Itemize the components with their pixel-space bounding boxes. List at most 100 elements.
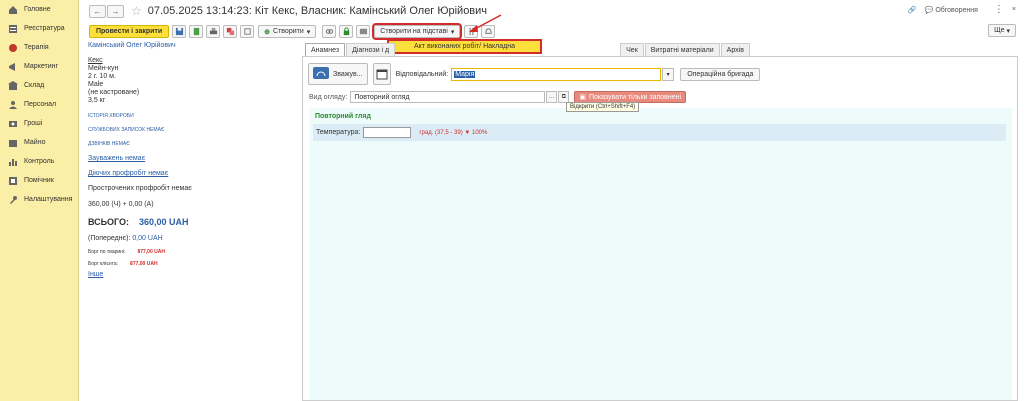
annotation-arrow-icon [469,14,502,32]
warehouse-icon [8,80,18,91]
responsible-field[interactable]: Марія [451,67,662,81]
create-based-on-button[interactable]: Створити на підставі ▾ [372,23,463,40]
id-card-icon[interactable] [356,25,371,38]
pet-neutered: (не кастроване) [88,89,140,96]
sidebar-item-property[interactable]: Майно [0,133,78,152]
tab-bar: Анамнез Діагнози і д Чек Витратні матері… [305,43,751,56]
chevron-down-icon[interactable]: ▾ [662,67,675,81]
exam-form: Повторний гляд Температура: град. (37,5 … [309,108,1012,400]
sidebar-item-label: Головне [24,6,51,13]
link-icon[interactable]: 🔗 [908,6,917,14]
operating-team-button[interactable]: Операційна бригада [680,67,761,81]
therapy-icon [8,43,18,53]
debt-owner-row: Борг по тварині: 877,00 UAH [88,249,298,255]
previous-value[interactable]: 0,00 UAH [132,235,162,242]
sidebar-item-control[interactable]: Контроль [0,152,78,171]
window-header: ← → ☆ 07.05.2025 13:14:23: Кіт Кекс, Вла… [80,0,1024,22]
sidebar-item-warehouse[interactable]: Склад [0,76,78,95]
close-icon[interactable]: × [1012,6,1016,13]
sidebar-item-label: Маркетинг [24,63,59,70]
property-icon [8,138,18,148]
remarks-link[interactable]: Зауважень немає [88,155,298,162]
history-link[interactable]: ІСТОРІЯ ХВОРОБИ [88,113,298,119]
sidebar-item-registry[interactable]: Реєстратура [0,19,78,38]
sidebar-item-label: Склад [24,82,45,89]
more-button[interactable]: Ще ▾ [988,24,1016,37]
responsible-label: Відповідальний: [395,70,449,78]
view-type-field[interactable]: Повторний огляд [350,91,546,103]
sidebar-item-label: Персонал [24,101,57,108]
owner-name[interactable]: Камінський Олег Юрійович [88,42,298,49]
temperature-input[interactable] [363,127,412,138]
sidebar-item-label: Терапія [24,44,49,51]
create-button[interactable]: ⊕ Створити ▾ [258,25,317,38]
discussions-button[interactable]: 💬 Обговорення [925,6,978,14]
weigh-label: Зважув... [333,70,363,78]
temperature-row: Температура: град. (37,5 - 39) ▼ 100% [313,124,1006,141]
sidebar-item-label: Налаштування [24,196,73,203]
print-icon[interactable] [206,25,221,38]
sidebar-item-helper[interactable]: Помічник [0,171,78,190]
chevron-down-icon: ▾ [306,28,311,36]
toolbar: Провести і закрити ⊕ Створити ▾ Створити… [80,23,1020,40]
debt-client-label: Борг клієнта: [88,261,119,267]
page-title: 07.05.2025 13:14:23: Кіт Кекс, Власник: … [147,5,488,17]
view-type-label: Вид огляду: [309,93,348,101]
debt-owner-label: Борг по тварині: [88,249,126,255]
sidebar-item-money[interactable]: Гроші [0,114,78,133]
sidebar-item-label: Гроші [24,120,43,127]
plus-icon: ⊕ [264,28,271,36]
sidebar-item-therapy[interactable]: Терапія [0,38,78,57]
sidebar-item-staff[interactable]: Персонал [0,95,78,114]
filter-icon: ▣ [579,94,586,101]
back-button[interactable]: ← [89,4,106,18]
sidebar-item-settings[interactable]: Налаштування [0,190,78,209]
lock-icon[interactable] [339,25,354,38]
weigh-button[interactable]: Зважув... [308,63,368,85]
other-link[interactable]: Інше [88,271,298,278]
pet-age: 2 г. 10 м. [88,73,116,80]
tab-diagnoses[interactable]: Діагнози і д [346,43,396,56]
tab-receipt[interactable]: Чек [620,43,644,56]
debt-client-row: Борг клієнта: 877,00 UAH [88,261,298,267]
structure-icon[interactable] [223,25,238,38]
previous-label: (Попереднє): [88,235,131,242]
post-icon[interactable] [189,25,204,38]
sidebar-item-label: Помічник [24,177,54,184]
active-prevention-link[interactable]: Діючих профробіт немає [88,170,298,177]
service-notes-link[interactable]: СЛУЖБОВИХ ЗАПИСОК НЕМАЄ [88,127,298,133]
marketing-icon [8,62,18,72]
previous-row: (Попереднє): 0,00 UAH [88,235,298,243]
sidebar-item-label: Майно [24,139,46,146]
home-icon [8,5,18,15]
copy-icon[interactable] [240,25,255,38]
temperature-label: Температура: [316,129,361,136]
calendar-icon[interactable] [372,63,391,85]
create-based-on-label: Створити на підставі [380,28,448,35]
more-label: Ще [994,27,1005,34]
link-chain-icon[interactable] [322,25,337,38]
forward-button[interactable]: → [107,4,124,18]
balance-line: 360,00 (Ч) + 0,00 (А) [88,201,154,208]
temperature-unit: град. (37,5 - 39) ▼ 100% [419,129,488,136]
ellipsis-button[interactable]: … [546,91,558,103]
tab-anamnesis[interactable]: Анамнез [305,43,346,56]
tab-consumables[interactable]: Витратні матеріали [644,43,720,56]
overdue-prevention: Прострочених профробіт немає [88,185,192,192]
star-icon[interactable]: ☆ [131,4,142,18]
sidebar-item-home[interactable]: Головне [0,0,78,19]
post-and-close-button[interactable]: Провести і закрити [89,25,170,38]
pet-name-link[interactable]: Кекс [88,57,298,65]
save-icon[interactable] [172,25,187,38]
more-dots-icon[interactable]: ⋮ [994,4,1004,15]
sidebar-item-label: Реєстратура [24,25,65,32]
chart-icon [8,157,18,167]
create-label: Створити [273,28,304,35]
scale-icon [313,67,329,81]
list-icon [8,24,18,34]
tab-archive[interactable]: Архів [720,43,750,56]
sidebar-item-marketing[interactable]: Маркетинг [0,57,78,76]
patient-info-panel: Камінський Олег Юрійович Кекс Мейн-кун 2… [88,42,298,278]
total-value: 360,00 UAH [139,217,189,227]
reminders-link[interactable]: ДЗВІНКІВ НЕМАЄ [88,141,298,147]
